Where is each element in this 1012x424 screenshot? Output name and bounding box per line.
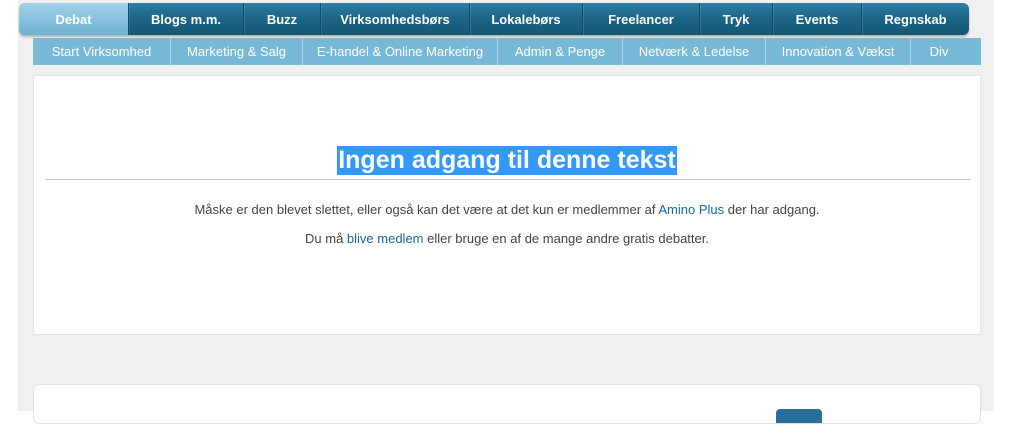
subnav-item-start-virksomhed[interactable]: Start Virksomhed xyxy=(33,38,171,65)
subnav-item-ehandel-online-marketing[interactable]: E-handel & Online Marketing xyxy=(303,38,498,65)
nav-item-debat[interactable]: Debat xyxy=(19,3,129,35)
access-message-text-end: der har adgang. xyxy=(724,202,820,217)
subnav-item-netvaerk-ledelse[interactable]: Netværk & Ledelse xyxy=(623,38,766,65)
content-panel: Ingen adgang til denne tekst Måske er de… xyxy=(33,75,981,335)
nav-item-regnskab[interactable]: Regnskab xyxy=(862,3,969,35)
lower-panel-button[interactable] xyxy=(776,409,822,423)
nav-item-events[interactable]: Events xyxy=(773,3,862,35)
sub-nav: Start Virksomhed Marketing & Salg E-hand… xyxy=(33,38,981,65)
nav-item-blogs[interactable]: Blogs m.m. xyxy=(129,3,244,35)
subnav-item-admin-penge[interactable]: Admin & Penge xyxy=(498,38,623,65)
membership-message-text: Du må xyxy=(305,231,347,246)
nav-item-tryk[interactable]: Tryk xyxy=(700,3,773,35)
nav-item-freelancer[interactable]: Freelancer xyxy=(583,3,700,35)
title-divider xyxy=(46,179,970,180)
subnav-item-innovation-vaekst[interactable]: Innovation & Vækst xyxy=(766,38,911,65)
nav-item-lokalebors[interactable]: Lokalebørs xyxy=(470,3,583,35)
page-title-wrapper: Ingen adgang til denne tekst xyxy=(34,146,980,175)
nav-item-virksomhedsbors[interactable]: Virksomhedsbørs xyxy=(321,3,470,35)
membership-message-text-end: eller bruge en af de mange andre gratis … xyxy=(423,231,709,246)
page-title: Ingen adgang til denne tekst xyxy=(337,146,677,175)
main-nav: Debat Blogs m.m. Buzz Virksomhedsbørs Lo… xyxy=(19,3,969,35)
membership-message: Du må blive medlem eller bruge en af de … xyxy=(34,231,980,246)
access-message-text: Måske er den blevet slettet, eller også … xyxy=(194,202,659,217)
amino-plus-link[interactable]: Amino Plus xyxy=(658,202,724,217)
become-member-link[interactable]: blive medlem xyxy=(347,231,424,246)
subnav-item-marketing-salg[interactable]: Marketing & Salg xyxy=(171,38,303,65)
access-message: Måske er den blevet slettet, eller også … xyxy=(34,202,980,217)
lower-panel xyxy=(33,384,981,424)
nav-item-buzz[interactable]: Buzz xyxy=(244,3,321,35)
subnav-item-div[interactable]: Div xyxy=(911,38,967,65)
